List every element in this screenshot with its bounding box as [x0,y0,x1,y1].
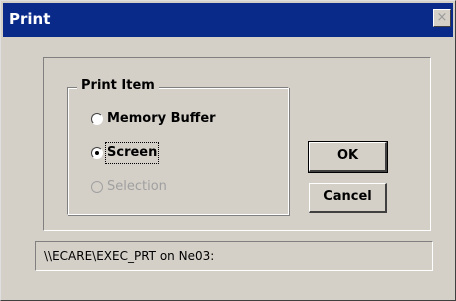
print-item-legend: Print Item [77,77,159,95]
radio-label-selection: Selection [107,179,167,194]
close-icon: × [436,10,448,25]
radio-label-screen: Screen [104,142,160,164]
ok-button[interactable]: OK [308,141,388,173]
print-dialog: Print × Print Item Memory Buffer Screen … [0,0,456,301]
radio-button-icon[interactable] [91,113,103,125]
printer-status-field: \\ECARE\EXEC_PRT on Ne03: [35,241,433,271]
radio-label-memory-buffer: Memory Buffer [107,111,216,126]
title-bar[interactable]: Print × [3,3,453,37]
cancel-button[interactable]: Cancel [309,183,387,213]
radio-selection: Selection [91,177,167,197]
window-title: Print [9,10,51,28]
printer-path: \\ECARE\EXEC_PRT on Ne03: [44,249,215,263]
radio-screen[interactable]: Screen [91,142,160,164]
radio-memory-buffer[interactable]: Memory Buffer [91,109,216,129]
close-button[interactable]: × [433,9,451,27]
radio-button-disabled-icon [91,181,103,193]
radio-button-selected-icon[interactable] [91,147,103,159]
